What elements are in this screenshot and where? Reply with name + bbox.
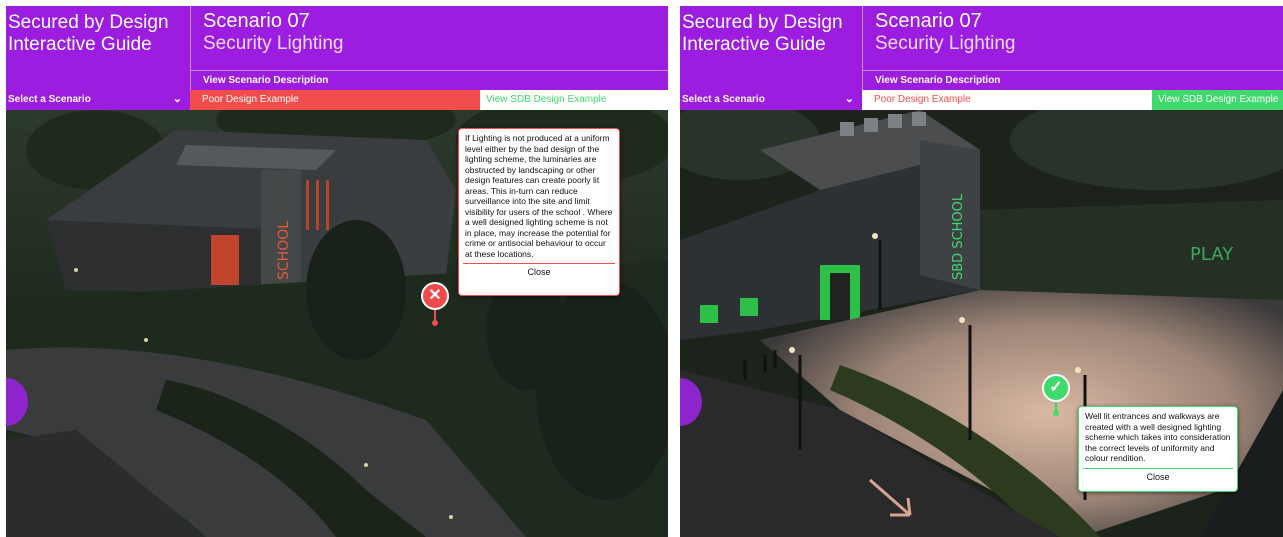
close-button[interactable]: Close [1083, 467, 1233, 487]
tab-poor-design-label: Poor Design Example [202, 94, 299, 105]
brand-line-1: Secured by Design [8, 12, 169, 33]
close-button[interactable]: Close [463, 263, 615, 282]
scenario-number: Scenario 07 [203, 10, 310, 32]
sdb-design-marker[interactable]: ✓ [1042, 374, 1070, 402]
select-scenario-dropdown[interactable]: Select a Scenario ⌄ [6, 90, 188, 110]
sdb-design-panel: Secured by Design Interactive Guide Scen… [680, 6, 1283, 537]
marker-point [432, 320, 438, 326]
scene-image-poor: SCHOOL ✕ If Lighting is not produced at … [6, 110, 668, 537]
view-scenario-description-link[interactable]: View Scenario Description [862, 70, 1283, 90]
chevron-down-icon: ⌄ [172, 93, 182, 105]
tab-sdb-design-label: View SDB Design Example [1158, 94, 1279, 105]
tab-sdb-design-label: View SDB Design Example [486, 94, 607, 105]
select-scenario-label: Select a Scenario [8, 94, 91, 105]
brand-line-2: Interactive Guide [682, 34, 826, 55]
brand-title: Secured by Design Interactive Guide [680, 6, 860, 90]
info-text: Well lit entrances and walkways are crea… [1085, 411, 1231, 463]
header: Secured by Design Interactive Guide Scen… [6, 6, 668, 90]
chevron-down-icon: ⌄ [844, 93, 854, 105]
brand-line-2: Interactive Guide [8, 34, 152, 55]
scene-play-sign: PLAY [1190, 244, 1234, 265]
poor-design-marker[interactable]: ✕ [421, 282, 449, 310]
tab-poor-design[interactable]: Poor Design Example [862, 90, 1152, 110]
tab-sdb-design[interactable]: View SDB Design Example [1152, 90, 1283, 119]
header: Secured by Design Interactive Guide Scen… [680, 6, 1283, 90]
scenario-title: Security Lighting [875, 33, 1016, 54]
marker-point [1053, 410, 1059, 416]
close-x-icon: ✕ [428, 287, 442, 304]
scenario-nav: Select a Scenario ⌄ Poor Design Example … [680, 90, 1283, 119]
check-icon: ✓ [1049, 379, 1063, 396]
scenario-number: Scenario 07 [875, 10, 982, 32]
scenario-title: Security Lighting [203, 33, 344, 54]
brand-title: Secured by Design Interactive Guide [6, 6, 188, 90]
sdb-design-info-box: Well lit entrances and walkways are crea… [1078, 406, 1238, 492]
scene-school-sign: SCHOOL [276, 221, 292, 280]
scene-image-sdb: SBD SCHOOL PLAY ✓ Well lit entrances and… [680, 110, 1283, 537]
tab-poor-design[interactable]: Poor Design Example [190, 90, 480, 119]
tab-sdb-design[interactable]: View SDB Design Example [480, 90, 668, 110]
select-scenario-label: Select a Scenario [682, 94, 765, 105]
view-scenario-description-link[interactable]: View Scenario Description [190, 70, 668, 90]
poor-design-panel: Secured by Design Interactive Guide Scen… [6, 6, 668, 537]
scenario-nav: Select a Scenario ⌄ Poor Design Example … [6, 90, 668, 119]
scenario-heading: Scenario 07 Security Lighting [190, 6, 668, 70]
tab-poor-design-label: Poor Design Example [874, 94, 971, 105]
info-text: If Lighting is not produced at a uniform… [465, 133, 613, 259]
scene-school-sign: SBD SCHOOL [951, 193, 966, 280]
select-scenario-dropdown[interactable]: Select a Scenario ⌄ [680, 90, 860, 110]
scenario-heading: Scenario 07 Security Lighting [862, 6, 1283, 70]
brand-line-1: Secured by Design [682, 12, 843, 33]
poor-design-info-box: If Lighting is not produced at a uniform… [458, 128, 620, 296]
